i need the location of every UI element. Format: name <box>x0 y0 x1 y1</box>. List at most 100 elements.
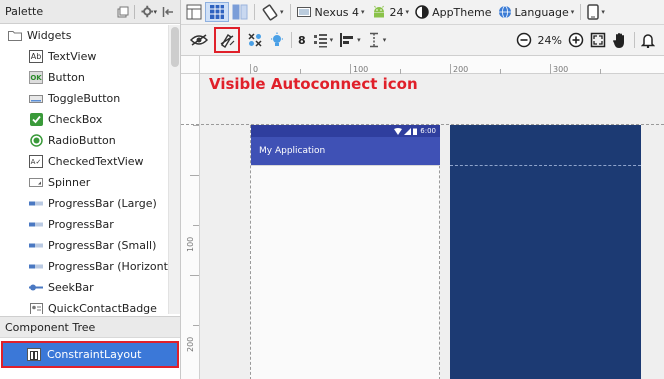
blueprint-view-button[interactable] <box>205 2 229 22</box>
default-margins-button[interactable]: 8 <box>295 30 309 50</box>
palette-item-textview[interactable]: Ab TextView <box>0 46 168 67</box>
toolbar-divider <box>634 32 635 48</box>
infer-constraints-button[interactable] <box>266 30 288 50</box>
palette-item-spinner[interactable]: Spinner <box>0 172 168 193</box>
autoconnect-highlight <box>214 27 240 53</box>
ruler-tick <box>550 64 551 74</box>
design-preview[interactable]: 6:00 My Application <box>250 125 440 379</box>
clear-constraints-icon <box>248 33 262 47</box>
palette-item-radiobutton[interactable]: RadioButton <box>0 130 168 151</box>
align-button[interactable]: ▾ <box>336 30 364 50</box>
phone-icon <box>587 4 600 20</box>
autoconnect-button[interactable] <box>219 30 235 50</box>
palette-item-label: TextView <box>48 50 97 63</box>
both-views-icon <box>232 4 248 20</box>
palette-item-seekbar[interactable]: SeekBar <box>0 277 168 298</box>
autoconnect-magnet-icon <box>220 34 235 48</box>
header-divider <box>134 4 135 19</box>
orientation-button[interactable]: ▾ <box>258 2 287 22</box>
ruler-label: 100 <box>353 65 369 74</box>
palette-item-label: QuickContactBadge <box>48 302 157 314</box>
device-selector[interactable]: Nexus 4 ▾ <box>294 2 368 22</box>
scrollbar-thumb[interactable] <box>171 27 179 67</box>
ruler-tick <box>250 64 251 74</box>
palette-item-progressbar-horizontal[interactable]: ProgressBar (Horizontal) <box>0 256 168 277</box>
ruler-tick <box>190 175 199 176</box>
theme-name: AppTheme <box>432 5 492 19</box>
hide-panel-icon[interactable] <box>160 4 176 20</box>
theme-icon <box>415 5 429 19</box>
status-time: 6:00 <box>420 127 436 135</box>
palette-scrollbar[interactable] <box>168 25 180 314</box>
api-level-selector[interactable]: 24 ▾ <box>368 2 413 22</box>
constraintlayout-icon <box>27 348 41 361</box>
progressbar-icon <box>29 197 43 210</box>
palette-item-label: CheckBox <box>48 113 103 126</box>
component-tree-root-label: ConstraintLayout <box>47 348 142 361</box>
ruler-tick <box>193 125 199 126</box>
blueprint-view-icon <box>210 5 224 19</box>
design-view-icon <box>186 4 202 20</box>
palette-item-label: ProgressBar (Large) <box>48 197 157 210</box>
left-ruler: 100 200 <box>181 74 200 379</box>
language-selector[interactable]: Language ▾ <box>495 2 578 22</box>
palette-item-label: SeekBar <box>48 281 94 294</box>
palette-item-quickcontactbadge[interactable]: QuickContactBadge <box>0 298 168 314</box>
device-icon <box>296 7 311 17</box>
ruler-label: 0 <box>253 65 259 74</box>
design-view-button[interactable] <box>183 2 205 22</box>
design-canvas[interactable]: 0 100 200 300 100 200 Visible Autoconnec… <box>181 56 664 379</box>
zoom-level: 24% <box>535 30 565 50</box>
guideline-icon <box>369 32 378 48</box>
eye-icon <box>190 34 208 46</box>
zoom-in-button[interactable] <box>565 30 587 50</box>
palette-panel: Palette ▾ Widgets Ab TextView OK Button … <box>0 0 181 379</box>
ruler-tick <box>350 64 351 74</box>
togglebutton-icon <box>29 92 43 105</box>
blueprint-preview[interactable] <box>450 125 641 379</box>
palette-item-checkbox[interactable]: CheckBox <box>0 109 168 130</box>
toolbar-divider <box>291 32 292 48</box>
component-tree-root-constraintlayout[interactable]: ConstraintLayout <box>1 341 179 368</box>
zoom-percentage: 24% <box>537 33 562 47</box>
collapse-all-icon[interactable] <box>115 4 131 20</box>
ruler-tick <box>300 69 301 74</box>
app-toolbar: My Application <box>251 137 440 165</box>
settings-gear-icon[interactable]: ▾ <box>141 4 157 20</box>
ruler-label: 200 <box>453 65 469 74</box>
zoom-out-button[interactable] <box>513 30 535 50</box>
clear-constraints-button[interactable] <box>244 30 266 50</box>
both-views-button[interactable] <box>229 2 251 22</box>
radiobutton-icon <box>29 134 43 147</box>
pan-button[interactable] <box>609 30 631 50</box>
zoom-in-icon <box>568 32 584 48</box>
ruler-corner <box>181 56 200 74</box>
ruler-tick <box>450 64 451 74</box>
zoom-to-fit-button[interactable] <box>587 30 609 50</box>
notifications-button[interactable] <box>638 30 658 50</box>
pack-button[interactable]: ▾ <box>309 30 337 50</box>
widgets-group[interactable]: Widgets <box>0 25 168 46</box>
layout-variants-button[interactable]: ▾ <box>584 2 608 22</box>
pack-icon <box>313 34 327 48</box>
guidelines-button[interactable]: ▾ <box>364 30 390 50</box>
palette-item-progressbar-small[interactable]: ProgressBar (Small) <box>0 235 168 256</box>
component-tree-header: Component Tree <box>0 316 180 338</box>
device-name: Nexus 4 <box>314 5 360 19</box>
api-level: 24 <box>389 5 404 19</box>
palette-item-label: ProgressBar <box>48 218 114 231</box>
palette-item-togglebutton[interactable]: ToggleButton <box>0 88 168 109</box>
widget-list: Widgets Ab TextView OK Button ToggleButt… <box>0 25 168 314</box>
palette-item-progressbar[interactable]: ProgressBar <box>0 214 168 235</box>
palette-item-label: ToggleButton <box>48 92 121 105</box>
palette-item-label: Spinner <box>48 176 91 189</box>
palette-item-progressbar-large[interactable]: ProgressBar (Large) <box>0 193 168 214</box>
palette-item-label: Button <box>48 71 85 84</box>
quickcontactbadge-icon <box>29 302 43 314</box>
palette-item-label: RadioButton <box>48 134 116 147</box>
theme-selector[interactable]: AppTheme <box>412 2 494 22</box>
palette-item-button[interactable]: OK Button <box>0 67 168 88</box>
show-constraints-button[interactable] <box>187 30 211 50</box>
wifi-icon <box>394 127 403 135</box>
palette-item-checkedtextview[interactable]: A✓ CheckedTextView <box>0 151 168 172</box>
